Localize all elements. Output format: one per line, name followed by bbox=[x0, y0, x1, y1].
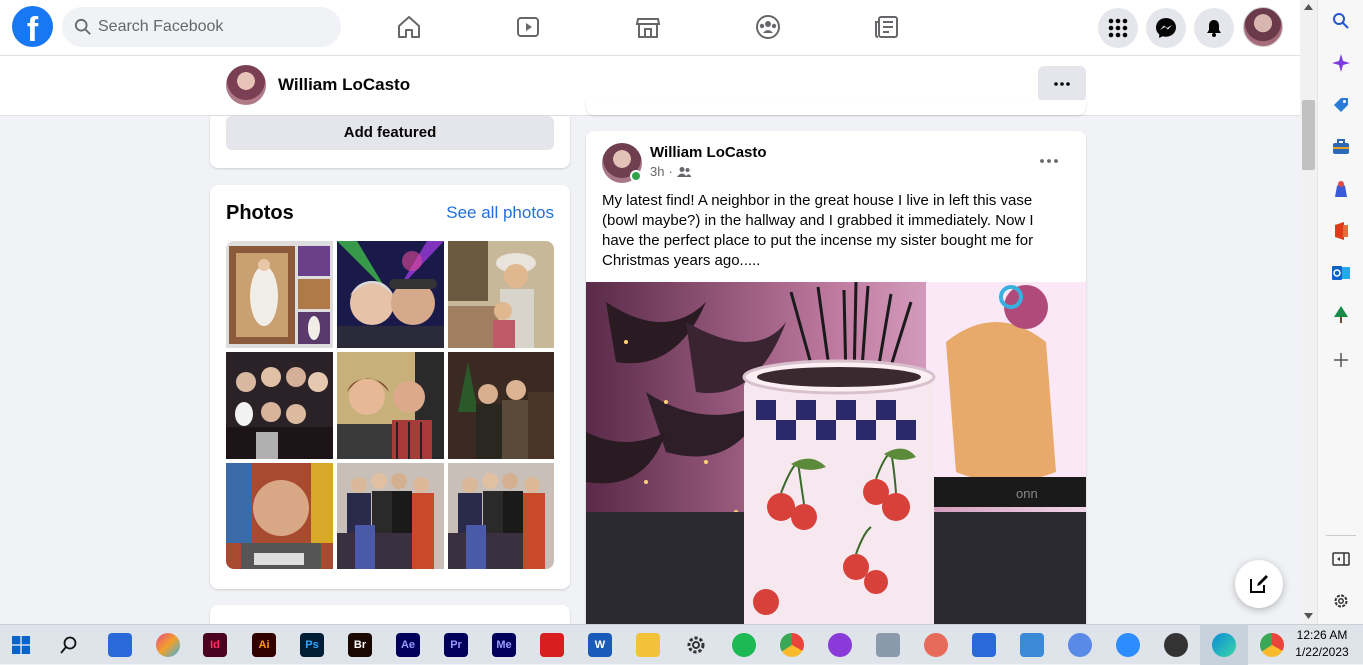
grid-icon bbox=[1108, 18, 1128, 38]
home-icon[interactable] bbox=[392, 10, 426, 44]
scrollbar-thumb[interactable] bbox=[1302, 100, 1315, 170]
photos-app-icon[interactable] bbox=[1020, 633, 1044, 657]
page-scrollbar[interactable] bbox=[1300, 0, 1317, 624]
post-meta: 3h · bbox=[650, 164, 691, 179]
scroll-down-arrow-icon[interactable] bbox=[1304, 613, 1313, 619]
bell-icon bbox=[1207, 20, 1221, 37]
more-dots-icon bbox=[1054, 82, 1070, 86]
groups-icon[interactable] bbox=[751, 10, 785, 44]
creative-cloud-icon[interactable] bbox=[156, 633, 180, 657]
photo-thumbnail[interactable] bbox=[337, 352, 444, 459]
add-featured-button[interactable]: Add featured bbox=[226, 116, 554, 150]
search-icon[interactable] bbox=[1332, 12, 1350, 30]
photo-thumbnail[interactable] bbox=[226, 352, 333, 459]
sparkle-icon[interactable] bbox=[1332, 54, 1350, 72]
notifications-button[interactable] bbox=[1194, 8, 1234, 48]
previous-post-bottom bbox=[586, 100, 1086, 115]
obs-icon[interactable] bbox=[1164, 633, 1188, 657]
menu-grid-button[interactable] bbox=[1098, 8, 1138, 48]
tree-icon[interactable] bbox=[1332, 306, 1350, 324]
bridge-icon[interactable]: Br bbox=[348, 633, 372, 657]
profile-name[interactable]: William LoCasto bbox=[278, 75, 410, 95]
post-photo-vase[interactable]: onn bbox=[586, 282, 1086, 631]
more-dots-icon bbox=[1040, 159, 1058, 163]
tools-icon[interactable] bbox=[1332, 138, 1350, 156]
photo-thumbnail[interactable] bbox=[448, 241, 554, 348]
chrome-icon[interactable] bbox=[780, 633, 804, 657]
friends-audience-icon[interactable] bbox=[676, 166, 691, 178]
scroll-up-arrow-icon[interactable] bbox=[1304, 4, 1313, 10]
windows-taskbar: Id Ai Ps Br Ae Pr Me W 12:26 AM 1/22/202… bbox=[0, 624, 1363, 665]
post-options-button[interactable] bbox=[1034, 151, 1064, 171]
photos-card: Photos See all photos bbox=[210, 185, 570, 589]
news-feeds-icon[interactable] bbox=[870, 10, 904, 44]
taskbar-search-icon[interactable] bbox=[60, 636, 78, 654]
account-avatar[interactable] bbox=[1243, 7, 1283, 47]
clock-date: 1/22/2023 bbox=[1295, 645, 1349, 659]
photo-thumbnail[interactable] bbox=[226, 463, 333, 569]
file-explorer-icon[interactable] bbox=[636, 633, 660, 657]
sidebar-divider bbox=[1326, 535, 1356, 536]
profile-more-button[interactable] bbox=[1038, 66, 1086, 102]
featured-card: Add featured bbox=[210, 116, 570, 168]
illustrator-icon[interactable]: Ai bbox=[252, 633, 276, 657]
watch-video-icon[interactable] bbox=[511, 10, 545, 44]
online-status-dot bbox=[630, 170, 642, 182]
photo-thumbnail[interactable] bbox=[226, 241, 333, 348]
calendar-icon[interactable] bbox=[972, 633, 996, 657]
media-encoder-icon[interactable]: Me bbox=[492, 633, 516, 657]
search-box[interactable] bbox=[62, 7, 341, 47]
task-view-icon[interactable] bbox=[108, 633, 132, 657]
search-input[interactable] bbox=[96, 7, 331, 47]
messenger-icon bbox=[1156, 18, 1176, 38]
photo-thumbnail[interactable] bbox=[337, 463, 444, 569]
games-icon[interactable] bbox=[1332, 180, 1350, 198]
shopping-tag-icon[interactable] bbox=[1332, 96, 1350, 114]
indesign-icon[interactable]: Id bbox=[203, 633, 227, 657]
marketplace-icon[interactable] bbox=[631, 10, 665, 44]
post-card: William LoCasto 3h · My latest find! A n… bbox=[586, 131, 1086, 631]
calculator-icon[interactable] bbox=[876, 633, 900, 657]
premiere-icon[interactable]: Pr bbox=[444, 633, 468, 657]
see-all-photos-link[interactable]: See all photos bbox=[446, 203, 554, 223]
add-icon[interactable] bbox=[1332, 351, 1350, 369]
top-navigation-bar: f bbox=[0, 0, 1300, 56]
new-message-button[interactable] bbox=[1235, 560, 1283, 608]
hide-sidebar-icon[interactable] bbox=[1332, 550, 1350, 568]
office-icon[interactable] bbox=[1332, 222, 1350, 240]
windows-start-icon[interactable] bbox=[12, 636, 30, 654]
photos-title: Photos bbox=[226, 202, 294, 224]
acrobat-icon[interactable] bbox=[540, 633, 564, 657]
post-text: My latest find! A neighbor in the great … bbox=[602, 192, 1034, 269]
clock-time: 12:26 AM bbox=[1296, 628, 1348, 642]
facebook-logo[interactable]: f bbox=[12, 6, 53, 47]
post-time[interactable]: 3h bbox=[650, 164, 664, 179]
monitor-brand-label: onn bbox=[1016, 486, 1038, 501]
post-author-name[interactable]: William LoCasto bbox=[650, 144, 767, 161]
word-icon[interactable]: W bbox=[588, 633, 612, 657]
search-icon bbox=[74, 18, 91, 35]
browser-sidebar bbox=[1317, 0, 1363, 624]
messenger-button[interactable] bbox=[1146, 8, 1186, 48]
media-player-icon[interactable] bbox=[1068, 633, 1092, 657]
system-clock[interactable]: 12:26 AM 1/22/2023 bbox=[1287, 627, 1357, 661]
mask-app-icon[interactable] bbox=[828, 633, 852, 657]
edge-icon[interactable] bbox=[1212, 633, 1236, 657]
profile-avatar[interactable] bbox=[226, 65, 266, 105]
paint-icon[interactable] bbox=[924, 633, 948, 657]
settings-gear-icon[interactable] bbox=[1332, 592, 1350, 610]
photoshop-icon[interactable]: Ps bbox=[300, 633, 324, 657]
photo-thumbnail[interactable] bbox=[448, 352, 554, 459]
zoom-icon[interactable] bbox=[1116, 633, 1140, 657]
chrome-profile-icon[interactable] bbox=[1260, 633, 1284, 657]
outlook-icon[interactable] bbox=[1332, 264, 1350, 282]
photo-thumbnail[interactable] bbox=[448, 463, 554, 569]
settings-icon[interactable] bbox=[684, 633, 708, 657]
spotify-icon[interactable] bbox=[732, 633, 756, 657]
photo-thumbnail[interactable] bbox=[337, 241, 444, 348]
compose-icon bbox=[1250, 575, 1268, 593]
photos-grid bbox=[226, 241, 554, 569]
after-effects-icon[interactable]: Ae bbox=[396, 633, 420, 657]
